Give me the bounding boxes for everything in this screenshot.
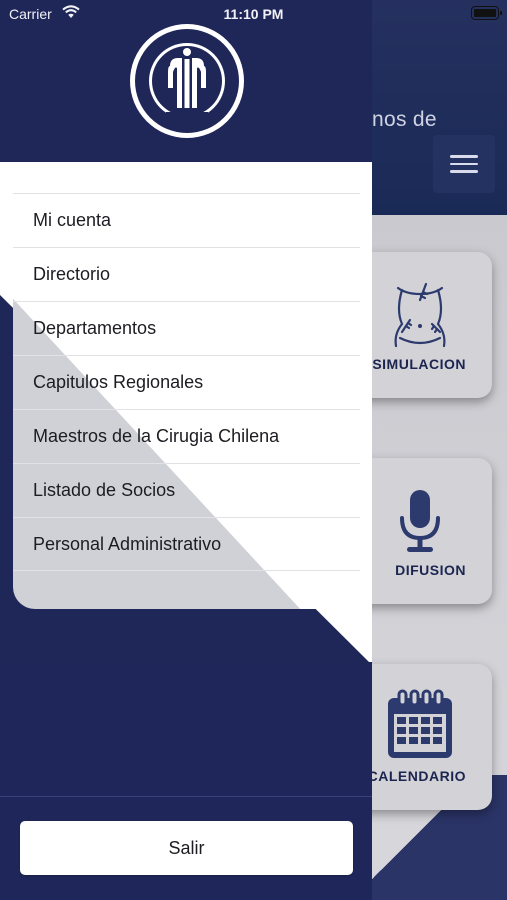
status-bar: Carrier 11:10 PM — [0, 0, 507, 28]
menu-item-maestros-cirugia[interactable]: Maestros de la Cirugia Chilena — [13, 409, 360, 463]
menu-item-capitulos-regionales[interactable]: Capitulos Regionales — [13, 355, 360, 409]
status-time: 11:10 PM — [223, 6, 284, 22]
divider — [0, 796, 372, 797]
logout-button[interactable]: Salir — [20, 821, 353, 875]
battery-icon — [471, 6, 502, 20]
menu-item-directorio[interactable]: Directorio — [13, 247, 360, 301]
main-title: nos de — [372, 108, 437, 131]
calendar-icon — [388, 689, 452, 758]
menu-item-mi-cuenta[interactable]: Mi cuenta — [13, 193, 360, 247]
side-drawer: Mi cuenta Directorio Departamentos Capit… — [0, 0, 372, 900]
torso-simulation-icon — [394, 282, 446, 348]
microphone-icon — [400, 490, 440, 552]
hamburger-menu-button[interactable] — [433, 135, 495, 193]
menu-item-departamentos[interactable]: Departamentos — [13, 301, 360, 355]
hamburger-icon — [450, 155, 478, 158]
drawer-menu: Mi cuenta Directorio Departamentos Capit… — [13, 193, 360, 571]
menu-item-listado-socios[interactable]: Listado de Socios — [13, 463, 360, 517]
menu-item-personal-administrativo[interactable]: Personal Administrativo — [13, 517, 360, 571]
society-logo — [130, 24, 244, 138]
